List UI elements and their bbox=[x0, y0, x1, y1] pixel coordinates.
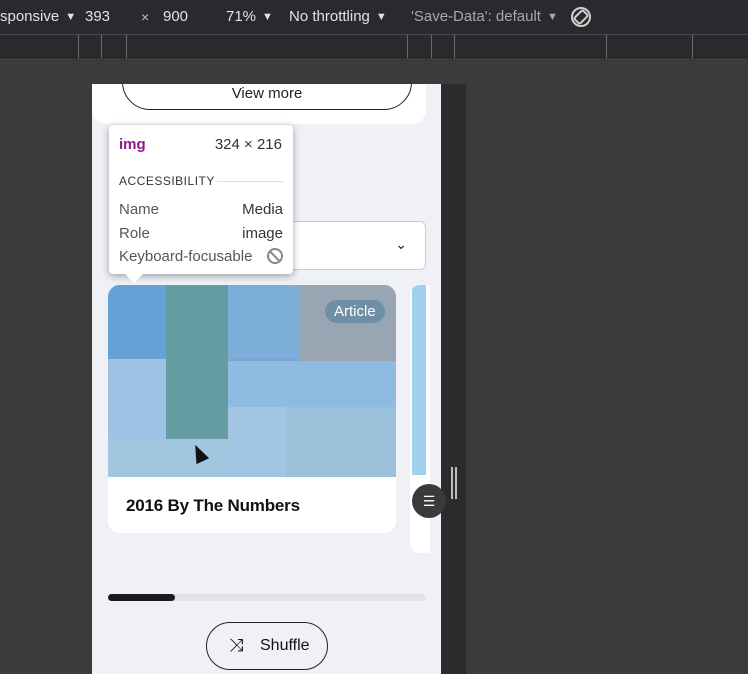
chevron-down-icon: ⌄ bbox=[395, 236, 407, 252]
resize-handle[interactable] bbox=[451, 467, 457, 499]
shuffle-icon: ⤨ bbox=[229, 635, 244, 655]
carousel-progress-fill bbox=[108, 594, 175, 601]
tooltip-row-name: Name Media bbox=[119, 201, 283, 218]
shuffle-button[interactable]: ⤨ Shuffle bbox=[206, 622, 328, 670]
card-image[interactable]: Article bbox=[108, 285, 396, 477]
width-input[interactable]: 393 bbox=[85, 8, 110, 25]
element-tag: img bbox=[119, 136, 146, 153]
ruler-tick bbox=[454, 35, 455, 58]
device-select[interactable]: sponsive ▼ bbox=[0, 8, 76, 25]
view-more-button[interactable]: View more bbox=[122, 84, 412, 110]
ruler-tick bbox=[606, 35, 607, 58]
ruler-tick bbox=[78, 35, 79, 58]
media-query-ruler[interactable] bbox=[0, 34, 748, 58]
accessibility-heading: ACCESSIBILITY bbox=[119, 174, 215, 188]
tooltip-row-role: Role image bbox=[119, 225, 283, 242]
floating-menu-button[interactable]: ☰ bbox=[412, 484, 446, 518]
height-input[interactable]: 900 bbox=[163, 8, 188, 25]
element-dimensions: 324 × 216 bbox=[214, 136, 282, 153]
ruler-tick bbox=[126, 35, 127, 58]
ruler-tick bbox=[101, 35, 102, 58]
viewport-edge bbox=[441, 84, 466, 674]
chevron-down-icon: ▼ bbox=[65, 11, 77, 23]
shuffle-label: Shuffle bbox=[260, 637, 310, 654]
ruler-tick bbox=[692, 35, 693, 58]
inspect-tooltip: img 324 × 216 ACCESSIBILITY Name Media R… bbox=[109, 125, 293, 283]
tooltip-row-focusable: Keyboard-focusable bbox=[119, 248, 283, 265]
throttle-select[interactable]: No throttling ▼ bbox=[289, 8, 387, 25]
save-data-select[interactable]: 'Save-Data': default ▼ bbox=[411, 8, 558, 25]
ruler-tick bbox=[431, 35, 432, 58]
chevron-down-icon: ▼ bbox=[375, 11, 387, 23]
zoom-select[interactable]: 71% ▼ bbox=[226, 8, 273, 25]
card-title[interactable]: 2016 By The Numbers bbox=[126, 496, 300, 516]
next-card-image bbox=[412, 285, 426, 475]
article-card[interactable]: Article 2016 By The Numbers bbox=[108, 285, 396, 533]
device-toolbar: sponsive ▼ 393 × 900 71% ▼ No throttling ▼ … bbox=[0, 0, 748, 34]
divider bbox=[217, 181, 283, 182]
chevron-down-icon: ▼ bbox=[262, 11, 273, 23]
article-badge: Article bbox=[325, 300, 385, 323]
chevron-down-icon: ▼ bbox=[546, 11, 558, 23]
carousel-progress[interactable] bbox=[108, 594, 426, 601]
ruler-tick bbox=[407, 35, 408, 58]
not-allowed-icon bbox=[267, 248, 283, 264]
dimension-separator: × bbox=[141, 9, 150, 25]
rotate-icon[interactable] bbox=[569, 5, 593, 33]
